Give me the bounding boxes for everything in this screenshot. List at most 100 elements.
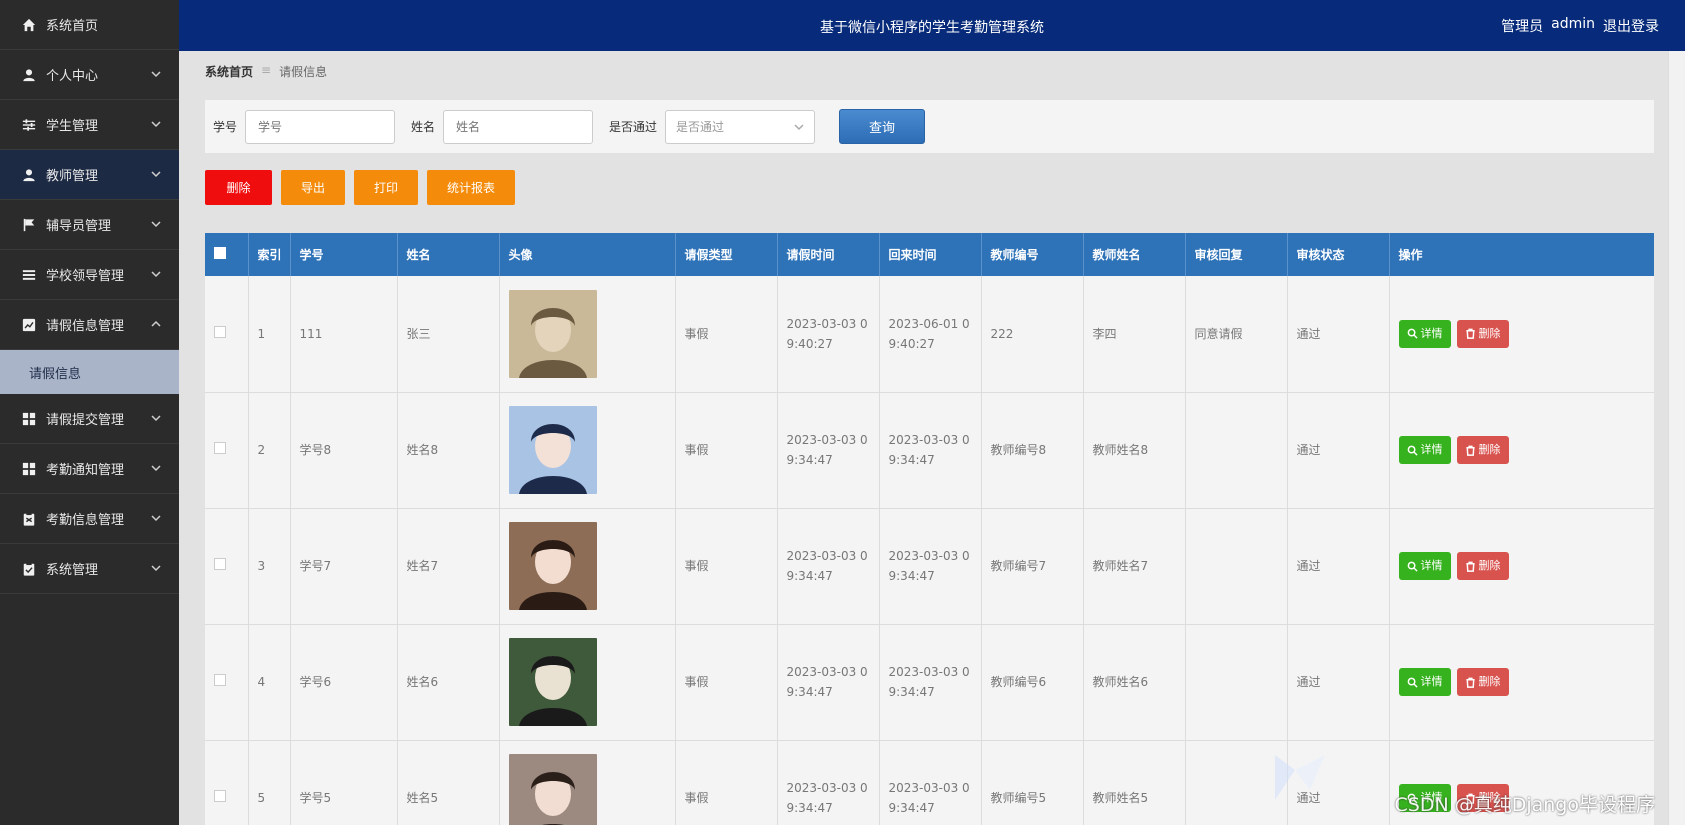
name-input[interactable] [443, 109, 594, 144]
row-delete-button[interactable]: 删除 [1456, 552, 1509, 580]
select-all-checkbox[interactable] [214, 247, 226, 259]
sidebar-item-label: 考勤信息管理 [46, 513, 125, 528]
print-button[interactable]: 打印 [354, 170, 419, 205]
breadcrumb-separator: ≡ [261, 63, 272, 77]
sidebar-subitem-leave-info[interactable]: 请假信息 [0, 350, 179, 394]
sidebar-item-leave-info-management[interactable]: 请假信息管理 [0, 300, 179, 350]
cell-index: 1 [248, 276, 291, 393]
avatar-image[interactable] [508, 754, 597, 825]
cell-index: 3 [248, 508, 291, 625]
sidebar-item-leader-management[interactable]: 学校领导管理 [0, 250, 179, 300]
sidebar-item-system-management[interactable]: 系统管理 [0, 544, 179, 594]
sidebar-item-label: 考勤通知管理 [46, 463, 125, 478]
sidebar-item-label: 系统首页 [46, 19, 99, 34]
cell-return-time: 2023-06-01 09:40:27 [879, 276, 982, 393]
detail-button[interactable]: 详情 [1398, 668, 1451, 696]
sidebar: 系统首页 个人中心 学生管理 教师管理 辅导员管理 学校领导管理 请假信息管理 … [0, 0, 179, 825]
cell-teacher-name: 教师姓名5 [1083, 740, 1186, 825]
sidebar-item-label: 请假信息管理 [46, 319, 125, 334]
row-checkbox[interactable] [214, 325, 226, 338]
sidebar-item-home[interactable]: 系统首页 [0, 0, 179, 50]
detail-label: 详情 [1420, 443, 1443, 456]
column-header: 审核回复 [1185, 233, 1288, 276]
sidebar-item-attendance-notice-management[interactable]: 考勤通知管理 [0, 444, 179, 494]
cell-teacher-id: 教师编号5 [981, 740, 1084, 825]
home-icon [22, 18, 36, 32]
column-header: 操作 [1389, 233, 1654, 276]
student-id-input[interactable] [245, 109, 396, 144]
row-select-cell [205, 392, 249, 509]
sidebar-item-leave-submit-management[interactable]: 请假提交管理 [0, 394, 179, 444]
sidebar-item-teacher-management[interactable]: 教师管理 [0, 150, 179, 200]
breadcrumb-home[interactable]: 系统首页 [205, 63, 253, 80]
delete-button[interactable]: 删除 [205, 170, 272, 205]
delete-label: 删除 [1478, 443, 1501, 456]
user-area: 管理员 admin 退出登录 [1501, 16, 1659, 36]
top-header: 基于微信小程序的学生考勤管理系统 管理员 admin 退出登录 [179, 0, 1685, 51]
breadcrumb-current: 请假信息 [279, 65, 328, 79]
cell-return-time: 2023-03-03 09:34:47 [879, 740, 982, 825]
sliders-icon [22, 118, 36, 132]
trash-icon [1465, 328, 1475, 340]
report-button[interactable]: 统计报表 [427, 170, 516, 205]
delete-label: 删除 [1478, 559, 1501, 572]
search-icon [1407, 328, 1418, 339]
vertical-scrollbar[interactable] [1668, 51, 1685, 825]
approved-select-placeholder: 是否通过 [676, 120, 725, 134]
cell-avatar [499, 624, 676, 741]
chevron-down-icon [151, 168, 161, 178]
cell-reply [1185, 392, 1288, 509]
chart-icon [22, 318, 36, 332]
row-checkbox[interactable] [214, 790, 226, 802]
avatar-image[interactable] [508, 638, 597, 726]
row-checkbox[interactable] [214, 442, 226, 454]
table-row: 2 学号8 姓名8 事假 2023-03-03 09:34:47 2023-03… [205, 392, 1654, 509]
column-header: 姓名 [397, 233, 500, 276]
approved-select[interactable]: 是否通过 [665, 109, 816, 144]
sidebar-item-attendance-info-management[interactable]: 考勤信息管理 [0, 494, 179, 544]
sidebar-item-student-management[interactable]: 学生管理 [0, 100, 179, 150]
grid-icon [22, 462, 36, 476]
table-row: 3 学号7 姓名7 事假 2023-03-03 09:34:47 2023-03… [205, 508, 1654, 625]
cell-teacher-id: 教师编号6 [981, 624, 1084, 741]
avatar-image[interactable] [508, 522, 597, 610]
row-checkbox[interactable] [214, 558, 226, 570]
cell-teacher-id: 教师编号8 [981, 392, 1084, 509]
cell-leave-time: 2023-03-03 09:34:47 [777, 392, 880, 509]
cell-operations: 详情 删除 [1389, 508, 1654, 625]
query-button[interactable]: 查询 [839, 109, 926, 144]
row-delete-button[interactable]: 删除 [1456, 319, 1509, 348]
cell-leave-type: 事假 [675, 624, 778, 741]
row-delete-button[interactable]: 删除 [1456, 668, 1509, 696]
logout-link[interactable]: 退出登录 [1603, 16, 1659, 36]
row-delete-button[interactable]: 删除 [1456, 436, 1509, 464]
detail-button[interactable]: 详情 [1398, 436, 1451, 464]
avatar-image[interactable] [508, 289, 597, 378]
cell-index: 2 [248, 392, 291, 509]
export-button[interactable]: 导出 [281, 170, 346, 205]
clipboard-check-icon [22, 561, 36, 576]
sidebar-item-label: 系统管理 [46, 563, 99, 578]
clipboard-icon [22, 511, 36, 526]
flag-icon [22, 218, 36, 232]
row-checkbox[interactable] [214, 674, 226, 686]
detail-label: 详情 [1420, 326, 1443, 340]
sidebar-item-personal-center[interactable]: 个人中心 [0, 50, 179, 100]
search-bar: 学号 姓名 是否通过 是否通过 查询 [205, 100, 1654, 153]
sidebar-item-label: 个人中心 [46, 69, 99, 84]
cell-teacher-id: 222 [981, 276, 1084, 393]
sidebar-item-counselor-management[interactable]: 辅导员管理 [0, 200, 179, 250]
cell-student-id: 111 [290, 276, 398, 393]
grid-icon [22, 412, 36, 426]
sidebar-item-label: 请假提交管理 [46, 413, 125, 428]
chevron-up-icon [151, 318, 161, 328]
sidebar-item-label: 辅导员管理 [46, 219, 112, 234]
search-icon [1407, 677, 1418, 688]
detail-button[interactable]: 详情 [1398, 319, 1451, 348]
watermark: CSDN @真纯Django毕设程序 [1394, 794, 1656, 816]
cell-student-id: 学号5 [290, 740, 398, 825]
cell-return-time: 2023-03-03 09:34:47 [879, 392, 982, 509]
avatar-image[interactable] [508, 406, 597, 494]
student-id-label: 学号 [213, 120, 238, 134]
detail-button[interactable]: 详情 [1398, 552, 1451, 580]
